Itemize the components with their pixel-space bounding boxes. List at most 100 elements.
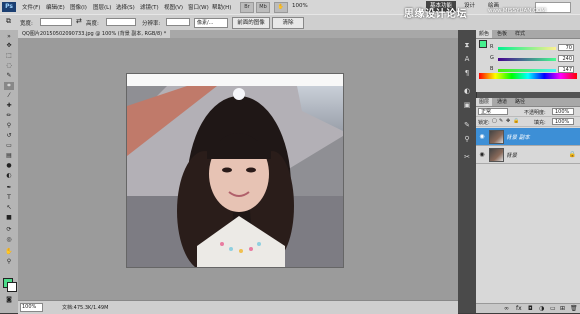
green-slider[interactable]: [498, 58, 556, 61]
bridge-icon[interactable]: Br: [240, 2, 254, 13]
color-spectrum-bar[interactable]: [479, 73, 577, 79]
eyedropper-tool-icon[interactable]: ⁄: [4, 92, 14, 100]
clone-source-icon[interactable]: ⚲: [462, 134, 472, 144]
lock-transparent-icon[interactable]: ▢: [492, 118, 497, 124]
type-tool-icon[interactable]: T: [4, 194, 14, 202]
lock-position-icon[interactable]: ✥: [506, 118, 510, 124]
resolution-unit-select[interactable]: 像素/...: [194, 18, 228, 28]
new-layer-icon[interactable]: ⊞: [560, 305, 565, 312]
tool-presets-icon[interactable]: ✂: [462, 152, 472, 162]
lock-all-icon[interactable]: 🔒: [513, 118, 519, 124]
menu-select[interactable]: 选择(S): [116, 3, 135, 11]
background-color-swatch[interactable]: [7, 282, 17, 292]
tab-swatches[interactable]: 色板: [494, 30, 510, 38]
layer-name[interactable]: 背景: [506, 151, 517, 159]
eye-icon[interactable]: ◉: [478, 133, 486, 140]
menu-edit[interactable]: 编辑(E): [46, 3, 65, 11]
front-image-button[interactable]: 前面的图像: [232, 17, 270, 29]
blend-mode-select[interactable]: 正常: [478, 108, 508, 115]
quick-select-tool-icon[interactable]: ✎: [4, 72, 14, 80]
lock-pixels-icon[interactable]: ✎: [499, 118, 503, 124]
history-icon[interactable]: ⧗: [462, 40, 472, 50]
blue-slider[interactable]: [498, 69, 556, 72]
clear-button[interactable]: 清除: [272, 17, 304, 29]
brush-presets-icon[interactable]: ✎: [462, 120, 472, 130]
character-icon[interactable]: A: [462, 54, 472, 64]
menu-layer[interactable]: 图层(L): [93, 3, 111, 11]
menu-image[interactable]: 图像(I): [70, 3, 87, 11]
blur-tool-icon[interactable]: ●: [4, 162, 14, 170]
3d-rotate-tool-icon[interactable]: ⟳: [4, 226, 14, 234]
blend-opacity-row: 正常 不透明度: 100%: [476, 107, 580, 117]
new-group-icon[interactable]: ▭: [550, 305, 556, 312]
width-field[interactable]: [40, 18, 72, 26]
shape-tool-icon[interactable]: ■: [4, 214, 14, 222]
resolution-field[interactable]: [166, 18, 190, 26]
tab-color[interactable]: 颜色: [476, 30, 493, 38]
3d-orbit-tool-icon[interactable]: ◎: [4, 236, 14, 244]
menu-filter[interactable]: 滤镜(T): [140, 3, 159, 11]
red-slider[interactable]: [498, 47, 556, 50]
minibridge-icon[interactable]: Mb: [256, 2, 270, 13]
masks-icon[interactable]: ▣: [462, 100, 472, 110]
width-label: 宽度:: [20, 21, 33, 27]
history-brush-tool-icon[interactable]: ↺: [4, 132, 14, 140]
red-value[interactable]: 70: [558, 44, 574, 51]
tab-paths[interactable]: 路径: [512, 98, 528, 106]
layer-row[interactable]: ◉ 背景 副本: [476, 128, 580, 146]
opacity-field[interactable]: 100%: [552, 108, 574, 115]
zoom-level[interactable]: 100%: [292, 3, 308, 9]
pen-tool-icon[interactable]: ✒: [4, 184, 14, 192]
hand-tool-icon[interactable]: ✋: [4, 248, 14, 256]
menu-view[interactable]: 视图(V): [164, 3, 183, 11]
layers-footer: ∞ fx ◘ ◑ ▭ ⊞ 🗑: [476, 303, 580, 313]
quick-mask-icon[interactable]: ◙: [4, 296, 14, 304]
path-select-tool-icon[interactable]: ↖: [4, 204, 14, 212]
link-layers-icon[interactable]: ∞: [504, 305, 509, 312]
lasso-tool-icon[interactable]: ◌: [4, 62, 14, 70]
status-bar: 100% 文档:475.3K/1.49M: [18, 300, 458, 314]
green-slider-row: G 240: [476, 55, 580, 63]
hand-icon[interactable]: ✋: [274, 2, 288, 13]
height-label: 高度:: [86, 21, 99, 27]
brush-tool-icon[interactable]: ✏: [4, 112, 14, 120]
blue-value[interactable]: 147: [558, 66, 574, 73]
tab-channels[interactable]: 通道: [494, 98, 510, 106]
add-mask-icon[interactable]: ◘: [528, 305, 533, 312]
fill-field[interactable]: 100%: [552, 118, 574, 125]
clone-stamp-tool-icon[interactable]: ⚲: [4, 122, 14, 130]
healing-brush-tool-icon[interactable]: ✚: [4, 102, 14, 110]
menu-window[interactable]: 窗口(W): [188, 3, 209, 11]
opacity-label: 不透明度:: [524, 110, 546, 116]
gradient-tool-icon[interactable]: ▤: [4, 152, 14, 160]
move-tool-icon[interactable]: ✥: [4, 42, 14, 50]
paragraph-icon[interactable]: ¶: [462, 68, 472, 78]
crop-icon[interactable]: ⧉: [6, 17, 11, 26]
menu-file[interactable]: 文件(F): [22, 3, 40, 11]
document-size-info[interactable]: 文档:475.3K/1.49M: [62, 304, 108, 311]
collapse-icon[interactable]: »: [4, 33, 14, 41]
swap-icon[interactable]: ⇄: [76, 17, 82, 25]
dodge-tool-icon[interactable]: ◐: [4, 172, 14, 180]
layer-name[interactable]: 背景 副本: [506, 133, 530, 141]
zoom-tool-icon[interactable]: ⚲: [4, 258, 14, 266]
eraser-tool-icon[interactable]: ▭: [4, 142, 14, 150]
layer-row[interactable]: ◉ 背景 🔒: [476, 146, 580, 164]
color-panel-tabs: 颜色 色板 样式: [476, 30, 580, 39]
document-canvas[interactable]: [126, 73, 344, 268]
status-zoom[interactable]: 100%: [20, 303, 43, 312]
marquee-tool-icon[interactable]: ⬚: [4, 52, 14, 60]
adjustments-icon[interactable]: ◐: [462, 86, 472, 96]
adjustment-layer-icon[interactable]: ◑: [539, 305, 544, 312]
delete-layer-icon[interactable]: 🗑: [570, 305, 578, 312]
height-field[interactable]: [106, 18, 136, 26]
green-value[interactable]: 240: [558, 55, 574, 62]
layer-style-icon[interactable]: fx: [516, 305, 522, 312]
crop-tool-icon[interactable]: ⌗: [4, 82, 14, 90]
menu-help[interactable]: 帮助(H): [212, 3, 231, 11]
document-tab[interactable]: QQ图片20150502090733.jpg @ 100% (背景 副本, RG…: [18, 30, 171, 38]
tab-styles[interactable]: 样式: [512, 30, 528, 38]
tab-layers[interactable]: 图层: [476, 98, 493, 106]
eye-icon[interactable]: ◉: [478, 151, 486, 158]
canvas-area[interactable]: [18, 38, 458, 300]
